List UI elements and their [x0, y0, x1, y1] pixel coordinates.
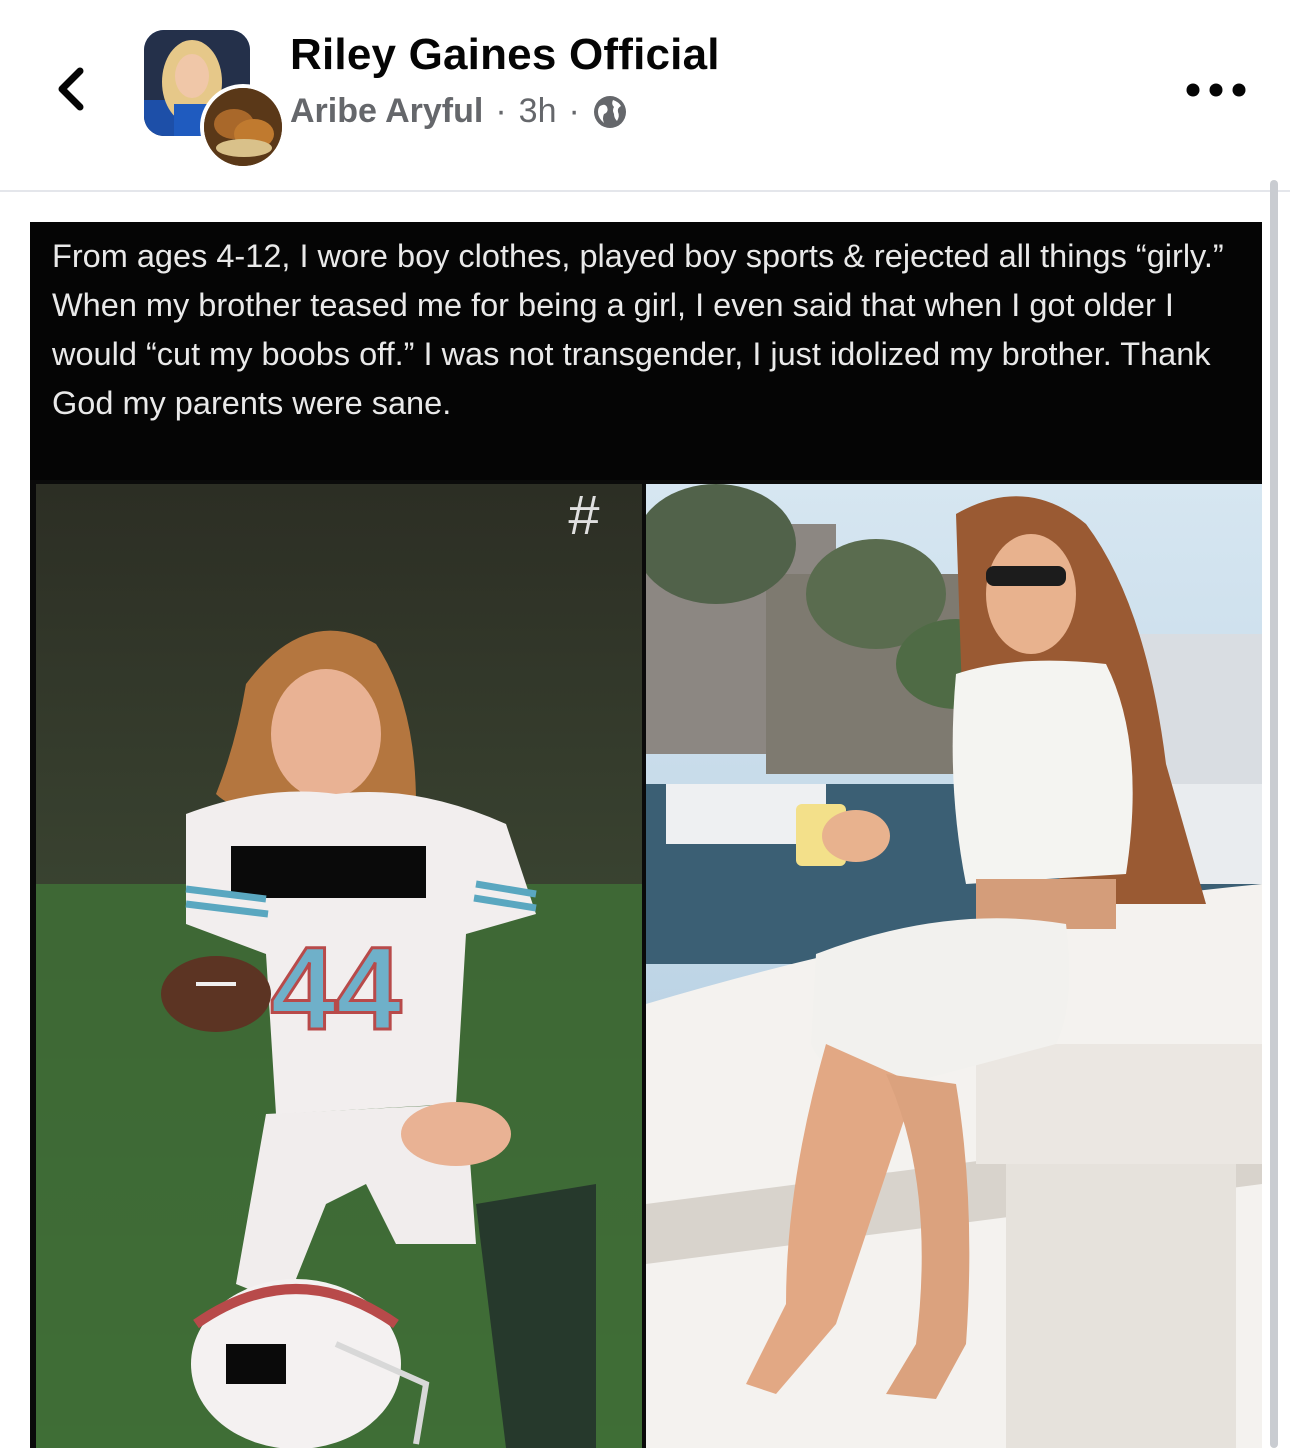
image-caption-box: From ages 4-12, I wore boy clothes, play…: [30, 222, 1262, 480]
post-image[interactable]: From ages 4-12, I wore boy clothes, play…: [30, 222, 1262, 1448]
header-divider: [0, 190, 1290, 192]
image-caption-text: From ages 4-12, I wore boy clothes, play…: [52, 238, 1224, 421]
author-name[interactable]: Aribe Aryful: [290, 92, 483, 131]
facebook-post-screen: Riley Gaines Official Aribe Aryful · 3h …: [0, 0, 1290, 1448]
back-button[interactable]: [40, 54, 100, 124]
adult-boat-photo: [646, 484, 1262, 1448]
jersey-number: 44: [270, 923, 401, 1055]
page-title[interactable]: Riley Gaines Official: [290, 30, 720, 80]
meta-separator: ·: [568, 92, 580, 130]
scrollbar[interactable]: [1270, 180, 1278, 1448]
post-header: Riley Gaines Official Aribe Aryful · 3h …: [0, 0, 1290, 192]
profile-avatar-image: [200, 84, 286, 170]
avatar[interactable]: [144, 30, 286, 170]
more-horizontal-icon: [1186, 83, 1246, 97]
more-options-button[interactable]: [1180, 70, 1252, 110]
post-meta: Aribe Aryful · 3h ·: [290, 92, 628, 131]
hash-mark: #: [568, 484, 599, 546]
meta-separator: ·: [495, 92, 507, 130]
post-time[interactable]: 3h: [519, 92, 557, 131]
childhood-football-photo: # 44: [36, 484, 642, 1448]
globe-icon: [592, 94, 628, 130]
chevron-left-icon: [58, 67, 84, 111]
